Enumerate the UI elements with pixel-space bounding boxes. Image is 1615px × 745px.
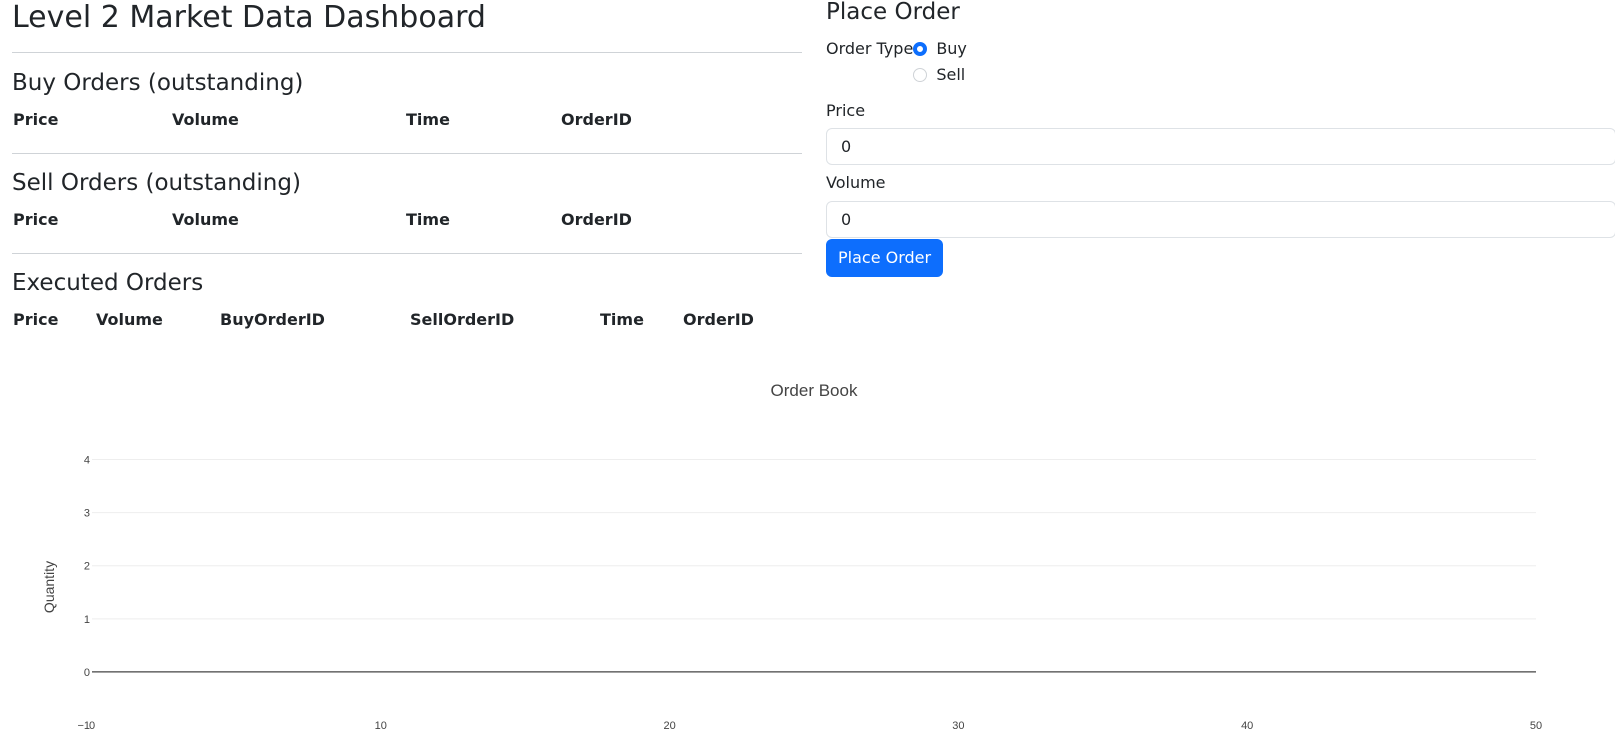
y-tick-label: 1 <box>84 614 90 626</box>
chart-ticks: −1012340 10 20 30 40 50 <box>77 455 1542 732</box>
place-order-button[interactable]: Place Order <box>826 239 944 277</box>
x-tick-label: 40 <box>1241 720 1253 732</box>
radio-option-buy[interactable]: Buy <box>913 36 967 62</box>
order-type-group: Order Type Buy Sell <box>826 36 1615 88</box>
sell-orders-header-row: Price Volume Time OrderID <box>12 208 802 232</box>
divider <box>12 153 802 154</box>
sell-col-volume: Volume <box>172 210 239 229</box>
exec-col-price: Price <box>13 310 59 329</box>
divider <box>12 253 802 254</box>
x-tick-label: 30 <box>952 720 964 732</box>
radio-option-sell[interactable]: Sell <box>913 62 967 88</box>
executed-orders-table: Price Volume BuyOrderID SellOrderID Time… <box>12 308 802 332</box>
price-value: 0 <box>841 137 852 156</box>
y-tick-label: 4 <box>84 455 90 467</box>
price-label: Price <box>826 101 866 120</box>
radio-buy-label[interactable]: Buy <box>936 38 967 60</box>
volume-value: 0 <box>841 210 852 229</box>
volume-input[interactable]: 0 <box>826 201 1615 238</box>
executed-orders-title: Executed Orders <box>12 270 204 296</box>
exec-col-orderid: OrderID <box>683 310 754 329</box>
x-tick-label: 10 <box>375 720 387 732</box>
dashboard-page: Level 2 Market Data Dashboard Buy Orders… <box>0 0 1615 745</box>
x-tick-label: 50 <box>1530 720 1542 732</box>
radio-sell-label[interactable]: Sell <box>936 64 965 86</box>
chart-grid <box>92 459 1536 673</box>
x-tick-label: 20 <box>663 720 675 732</box>
order-book-chart: Order Book Quantity −1 0 1 2 3 4 0 10 20 30 40 50 <box>0 380 1615 745</box>
sell-orders-table: Price Volume Time OrderID <box>12 208 802 232</box>
page-title: Level 2 Market Data Dashboard <box>12 0 486 35</box>
executed-orders-header-row: Price Volume BuyOrderID SellOrderID Time… <box>12 308 802 332</box>
x-tick-label: 0 <box>89 720 95 732</box>
buy-orders-title: Buy Orders (outstanding) <box>12 70 304 96</box>
order-tables-column: Level 2 Market Data Dashboard Buy Orders… <box>12 0 802 332</box>
exec-col-sellorderid: SellOrderID <box>410 310 515 329</box>
buy-col-orderid: OrderID <box>561 110 632 129</box>
exec-col-buyorderid: BuyOrderID <box>220 310 325 329</box>
buy-col-time: Time <box>406 110 450 129</box>
volume-label: Volume <box>826 173 886 192</box>
divider <box>12 52 802 53</box>
exec-col-volume: Volume <box>96 310 163 329</box>
order-type-label: Order Type <box>826 39 914 58</box>
form-title: Place Order <box>826 0 960 25</box>
radio-sell-button[interactable] <box>913 68 928 82</box>
place-order-form: Place Order Order Type Buy Sell Price 0 … <box>826 0 1615 277</box>
order-type-options: Buy Sell <box>913 36 967 88</box>
sell-orders-title: Sell Orders (outstanding) <box>12 170 301 196</box>
buy-col-volume: Volume <box>172 110 239 129</box>
buy-orders-table: Price Volume Time OrderID <box>12 108 802 132</box>
sell-col-orderid: OrderID <box>561 210 632 229</box>
radio-buy-button[interactable] <box>913 42 928 56</box>
y-tick-label: 3 <box>84 508 90 520</box>
buy-orders-header-row: Price Volume Time OrderID <box>12 108 802 132</box>
exec-col-time: Time <box>600 310 644 329</box>
sell-col-price: Price <box>13 210 59 229</box>
y-tick-label: 2 <box>84 561 90 573</box>
chart-title: Order Book <box>771 381 858 400</box>
buy-col-price: Price <box>13 110 59 129</box>
price-input[interactable]: 0 <box>826 128 1615 165</box>
order-book-chart-svg: Order Book Quantity −1012340 10 20 30 40 50 <box>41 381 1542 732</box>
chart-y-axis-label: Quantity <box>41 561 57 613</box>
sell-col-time: Time <box>406 210 450 229</box>
y-tick-label: 0 <box>84 667 90 679</box>
